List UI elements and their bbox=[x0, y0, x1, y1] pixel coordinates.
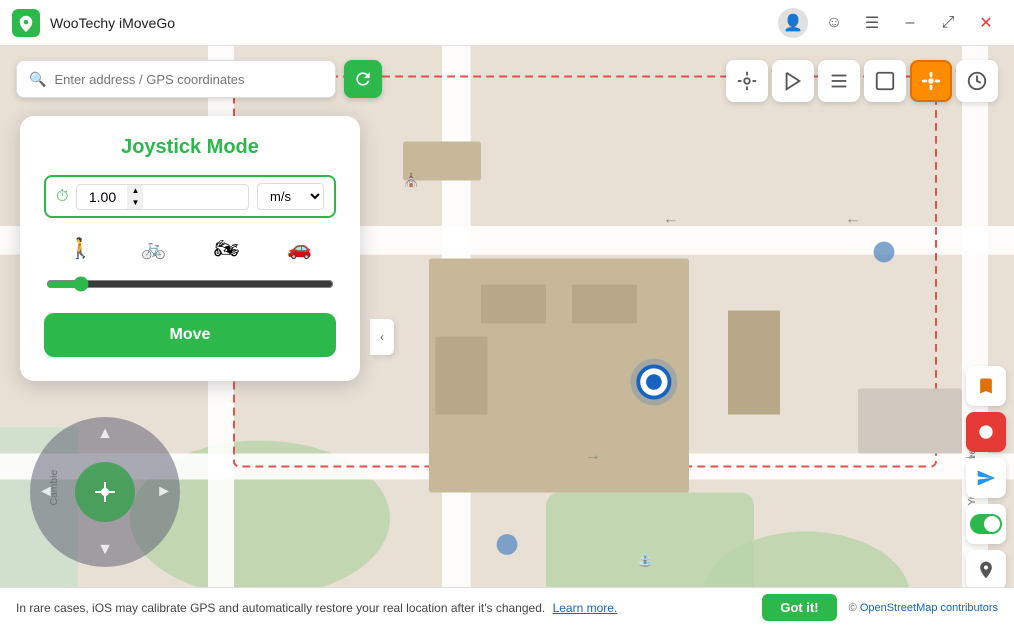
bottom-bar: In rare cases, iOS may calibrate GPS and… bbox=[0, 587, 1014, 627]
move-button[interactable]: Move bbox=[44, 313, 336, 357]
osm-credit: © OpenStreetMap contributors bbox=[849, 602, 998, 614]
speed-row: ⏱ ▲ ▼ m/s km/h mph bbox=[44, 175, 336, 218]
speed-input[interactable] bbox=[77, 185, 127, 209]
osm-link[interactable]: OpenStreetMap contributors bbox=[860, 602, 998, 614]
joystick-panel: Joystick Mode ⏱ ▲ ▼ m/s km/h mph 🚶 🚲 🏍 🚗 bbox=[20, 116, 360, 381]
speed-up-button[interactable]: ▲ bbox=[127, 185, 143, 197]
right-toolbar bbox=[726, 60, 998, 102]
route-mode-button[interactable] bbox=[818, 60, 860, 102]
title-bar: WooTechy iMoveGo 👤 ☺ ☰ – ⤢ ✕ bbox=[0, 0, 1014, 46]
joystick-controller[interactable]: ▲ ▼ ◄ ► bbox=[30, 417, 180, 567]
speed-spinners: ▲ ▼ bbox=[127, 185, 143, 209]
car-button[interactable]: 🚗 bbox=[282, 230, 318, 266]
history-button[interactable] bbox=[956, 60, 998, 102]
float-record-button[interactable] bbox=[966, 412, 1006, 452]
got-it-button[interactable]: Got it! bbox=[762, 594, 836, 621]
face-button[interactable]: ☺ bbox=[818, 7, 850, 39]
float-toggle-button[interactable] bbox=[966, 504, 1006, 544]
teleport-mode-button[interactable] bbox=[726, 60, 768, 102]
unit-select[interactable]: m/s km/h mph bbox=[257, 183, 324, 210]
app-logo bbox=[12, 9, 40, 37]
joystick-arrows: ▲ ▼ ◄ ► bbox=[30, 417, 180, 567]
maximize-button[interactable]: ⤢ bbox=[932, 7, 964, 39]
menu-button[interactable]: ☰ bbox=[856, 7, 888, 39]
bookmark-button[interactable] bbox=[864, 60, 906, 102]
bike-button[interactable]: 🚲 bbox=[136, 230, 172, 266]
osm-text: © bbox=[849, 602, 860, 614]
minimize-button[interactable]: – bbox=[894, 7, 926, 39]
joystick-outer[interactable]: ▲ ▼ ◄ ► bbox=[30, 417, 180, 567]
multi-stop-button[interactable] bbox=[772, 60, 814, 102]
svg-text:→: → bbox=[585, 447, 601, 464]
speed-input-wrap: ▲ ▼ bbox=[76, 184, 249, 210]
moto-button[interactable]: 🏍 bbox=[209, 230, 245, 266]
window-controls: 👤 ☺ ☰ – ⤢ ✕ bbox=[778, 7, 1002, 39]
speed-slider-row bbox=[44, 276, 336, 297]
svg-text:⛪: ⛪ bbox=[403, 171, 419, 187]
float-bookmark-button[interactable] bbox=[966, 366, 1006, 406]
map-container[interactable]: ← → ← → → ⛪ ⛲ Cambie Yukon Street 🔍 bbox=[0, 46, 1014, 627]
learn-more-link[interactable]: Learn more. bbox=[553, 601, 618, 615]
walk-button[interactable]: 🚶 bbox=[63, 230, 99, 266]
transport-row: 🚶 🚲 🏍 🚗 bbox=[44, 230, 336, 266]
speed-slider[interactable] bbox=[46, 276, 334, 292]
info-message: In rare cases, iOS may calibrate GPS and… bbox=[16, 601, 545, 615]
search-bar[interactable]: 🔍 bbox=[16, 60, 336, 98]
joystick-up-arrow[interactable]: ▲ bbox=[97, 425, 113, 443]
user-avatar[interactable]: 👤 bbox=[778, 8, 808, 38]
joystick-mode-button[interactable] bbox=[910, 60, 952, 102]
collapse-panel-arrow[interactable]: ‹ bbox=[370, 319, 394, 355]
float-location-button[interactable] bbox=[966, 550, 1006, 590]
close-button[interactable]: ✕ bbox=[970, 7, 1002, 39]
search-input[interactable] bbox=[54, 72, 323, 87]
speed-down-button[interactable]: ▼ bbox=[127, 197, 143, 209]
svg-text:←: ← bbox=[845, 210, 861, 227]
svg-text:←: ← bbox=[663, 210, 679, 227]
joystick-title: Joystick Mode bbox=[44, 136, 336, 159]
speed-icon: ⏱ bbox=[56, 188, 68, 206]
app-title: WooTechy iMoveGo bbox=[50, 15, 778, 31]
joystick-right-arrow[interactable]: ► bbox=[156, 483, 172, 501]
svg-text:⛲: ⛲ bbox=[637, 552, 653, 568]
refresh-button[interactable] bbox=[344, 60, 382, 98]
search-icon: 🔍 bbox=[29, 71, 46, 88]
info-text: In rare cases, iOS may calibrate GPS and… bbox=[16, 601, 750, 615]
float-send-button[interactable] bbox=[966, 458, 1006, 498]
joystick-left-arrow[interactable]: ◄ bbox=[38, 483, 54, 501]
joystick-down-arrow[interactable]: ▼ bbox=[97, 541, 113, 559]
